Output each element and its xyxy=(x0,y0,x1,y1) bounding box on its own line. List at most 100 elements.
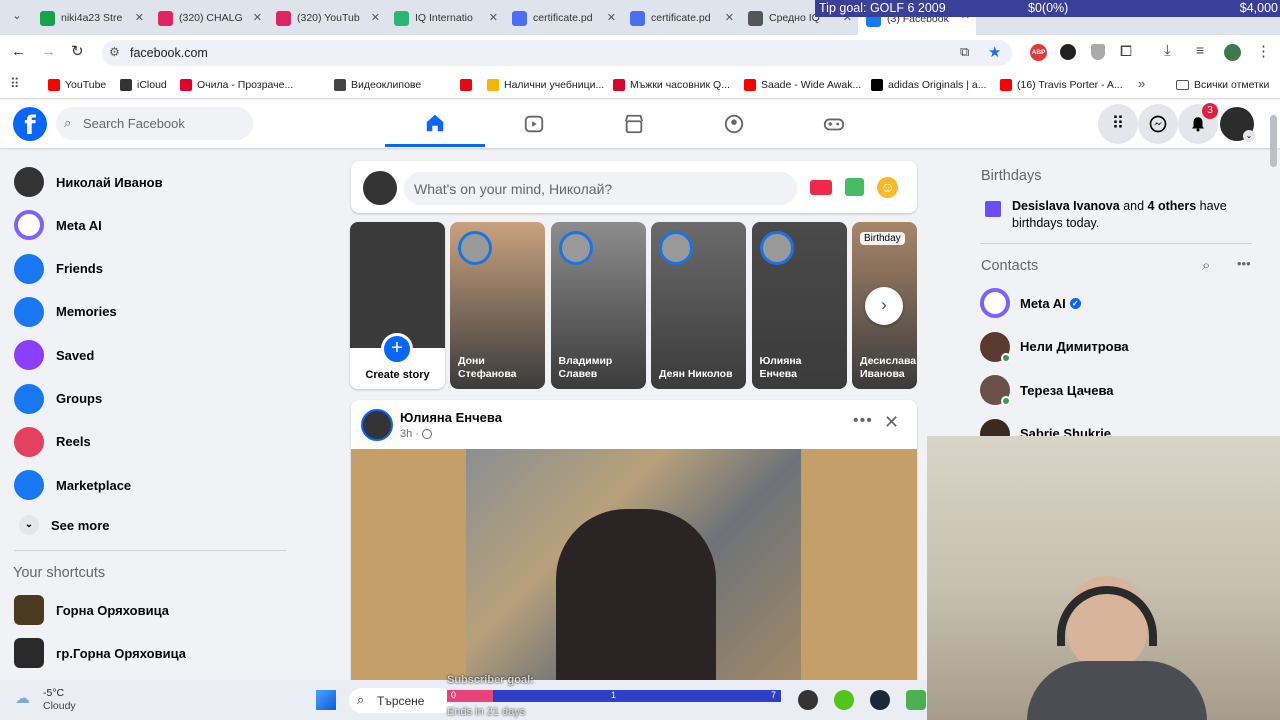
facebook-logo[interactable]: f xyxy=(13,107,47,141)
account-chevron-icon[interactable]: ⌄ xyxy=(1243,130,1255,142)
composer-input[interactable]: What's on your mind, Николай? xyxy=(404,172,797,205)
browser-tab[interactable]: (320) CHALG ✕ xyxy=(150,5,268,31)
nav-groups-tab[interactable] xyxy=(684,101,784,147)
taskbar-app-icon[interactable] xyxy=(834,690,854,710)
profile-icon[interactable] xyxy=(1224,44,1241,61)
weather-widget[interactable]: ☁ -5°C Cloudy xyxy=(15,686,115,714)
browser-tab[interactable]: niki4a23 Stre ✕ xyxy=(32,5,150,31)
extension-icon[interactable] xyxy=(1060,44,1076,60)
tab-close-icon[interactable]: ✕ xyxy=(135,11,144,24)
sidebar-item[interactable]: Meta AI xyxy=(8,204,288,246)
bookmark-item[interactable]: (16) Travis Porter - A... xyxy=(1000,77,1123,93)
nav-home-tab[interactable] xyxy=(385,101,485,147)
bookmark-item[interactable]: iCloud xyxy=(120,77,167,93)
post-options-icon[interactable]: ••• xyxy=(853,412,873,430)
sidebar-item[interactable]: Memories xyxy=(8,291,288,333)
site-info-icon[interactable]: ⚙ xyxy=(109,45,120,59)
shortcut-item[interactable]: Горна Оряховица xyxy=(8,589,288,631)
sidebar-item[interactable]: Friends xyxy=(8,248,288,290)
post-image[interactable] xyxy=(351,449,917,680)
sidebar-item[interactable]: Groups xyxy=(8,378,288,420)
steam-icon[interactable] xyxy=(870,690,890,710)
menu-button[interactable]: ⠿ xyxy=(1098,104,1138,144)
media-icon[interactable]: ≡ xyxy=(1196,42,1204,58)
story-card[interactable]: Дони Стефанова xyxy=(450,222,545,389)
bookmarks-overflow-icon[interactable]: » xyxy=(1138,76,1145,91)
forward-icon[interactable]: → xyxy=(41,43,56,60)
bookmark-item[interactable]: Очила - Прозраче... xyxy=(180,77,293,93)
tab-close-icon[interactable]: ✕ xyxy=(253,11,262,24)
sidebar-item[interactable]: Николай Иванов xyxy=(8,161,288,203)
browser-tab[interactable]: certificate.pd ✕ xyxy=(622,5,740,31)
photo-video-icon[interactable] xyxy=(845,178,864,196)
install-app-icon[interactable]: ⧉ xyxy=(960,44,969,60)
stories-next-button[interactable]: › xyxy=(865,287,903,325)
composer-avatar[interactable] xyxy=(363,171,397,205)
reload-icon[interactable]: ↻ xyxy=(71,42,84,60)
all-bookmarks-folder[interactable]: Всички отметки xyxy=(1176,77,1269,93)
nav-marketplace-tab[interactable] xyxy=(584,101,684,147)
create-story-card[interactable]: + Create story xyxy=(350,222,445,389)
bookmark-item[interactable]: Мъжки часовник Q... xyxy=(613,77,730,93)
puzzle-icon[interactable]: ⧠ xyxy=(1120,43,1132,60)
page-scrollbar[interactable] xyxy=(1270,115,1277,167)
messenger-icon xyxy=(1149,115,1167,133)
bookmark-item[interactable]: Видеоклипове xyxy=(334,77,421,93)
back-icon[interactable]: ← xyxy=(11,43,26,60)
bookmark-item[interactable]: adidas Originals | a... xyxy=(871,77,986,93)
story-card[interactable]: Деян Николов xyxy=(651,222,746,389)
taskbar-app-icon[interactable] xyxy=(798,690,818,710)
taskbar-app-icon[interactable] xyxy=(906,690,926,710)
shield-icon[interactable] xyxy=(1091,44,1105,60)
contact-item[interactable]: Meta AI ✓ xyxy=(980,283,1260,323)
story-avatar xyxy=(558,231,593,265)
nav-video-tab[interactable] xyxy=(484,101,584,147)
post-close-icon[interactable]: ✕ xyxy=(884,412,899,433)
browser-tab[interactable]: (320) YouTub ✕ xyxy=(268,5,386,31)
tab-close-icon[interactable]: ✕ xyxy=(725,11,734,24)
see-more-button[interactable]: ⌄ See more xyxy=(8,504,288,546)
live-video-icon[interactable] xyxy=(810,180,832,195)
sidebar-item[interactable]: Marketplace xyxy=(8,464,288,506)
tab-favicon-icon xyxy=(40,10,55,26)
contacts-search-icon[interactable]: ⌕ xyxy=(1202,257,1210,274)
messenger-button[interactable] xyxy=(1138,104,1178,144)
bookmark-item[interactable]: Saade - Wide Awak... xyxy=(744,77,861,93)
bookmark-item[interactable] xyxy=(460,77,477,93)
facebook-search[interactable]: ⌕ Search Facebook xyxy=(56,107,253,140)
taskbar-search[interactable]: ⌕ Търсене xyxy=(349,688,454,713)
story-name: Деян Николов xyxy=(659,367,733,380)
shortcut-item[interactable]: гр.Горна Оряховица xyxy=(8,632,288,674)
all-bookmarks-label: Всички отметки xyxy=(1194,79,1270,91)
nav-gaming-tab[interactable] xyxy=(784,101,884,147)
address-bar[interactable]: ⚙ facebook.com ⧉ ★ xyxy=(102,40,1012,66)
browser-menu-icon[interactable]: ⋮ xyxy=(1256,42,1271,60)
cloud-icon: ☁ xyxy=(15,690,30,707)
contact-item[interactable]: Нели Димитрова xyxy=(980,327,1260,367)
birthdays-text[interactable]: Desislava Ivanova and 4 others have birt… xyxy=(1012,198,1247,232)
sidebar-item[interactable]: Saved xyxy=(8,334,288,376)
bookmark-item[interactable]: YouTube xyxy=(48,77,106,93)
feeling-icon[interactable]: ☺ xyxy=(877,177,898,198)
tab-close-icon[interactable]: ✕ xyxy=(489,11,498,24)
download-icon[interactable]: ⤓ xyxy=(1164,42,1171,59)
tab-list-button[interactable]: ⌄ xyxy=(8,9,26,27)
post-timestamp[interactable]: 3h · xyxy=(400,428,419,440)
contact-item[interactable]: Тереза Цачева xyxy=(980,370,1260,410)
tab-close-icon[interactable]: ✕ xyxy=(607,11,616,24)
windows-start-icon[interactable] xyxy=(316,690,336,710)
bookmark-item[interactable]: Налични учебници... xyxy=(487,77,604,93)
post-author-avatar[interactable] xyxy=(361,409,393,441)
sidebar-item-label: Memories xyxy=(56,304,117,320)
story-card[interactable]: Владимир Славев xyxy=(550,222,646,389)
adblock-extension-icon[interactable]: ABP xyxy=(1030,44,1047,61)
story-card[interactable]: Юлияна Енчева xyxy=(751,222,847,389)
apps-grid-icon[interactable]: ⠿ xyxy=(10,76,20,92)
post-author-name[interactable]: Юлияна Енчева xyxy=(400,410,502,425)
browser-tab[interactable]: IQ Internatio ✕ xyxy=(386,5,504,31)
bookmark-star-icon[interactable]: ★ xyxy=(988,43,1001,61)
contacts-options-icon[interactable]: ••• xyxy=(1237,256,1251,271)
browser-tab[interactable]: certificate.pd ✕ xyxy=(504,5,622,31)
sidebar-item[interactable]: Reels xyxy=(8,421,288,463)
tab-close-icon[interactable]: ✕ xyxy=(371,11,380,24)
